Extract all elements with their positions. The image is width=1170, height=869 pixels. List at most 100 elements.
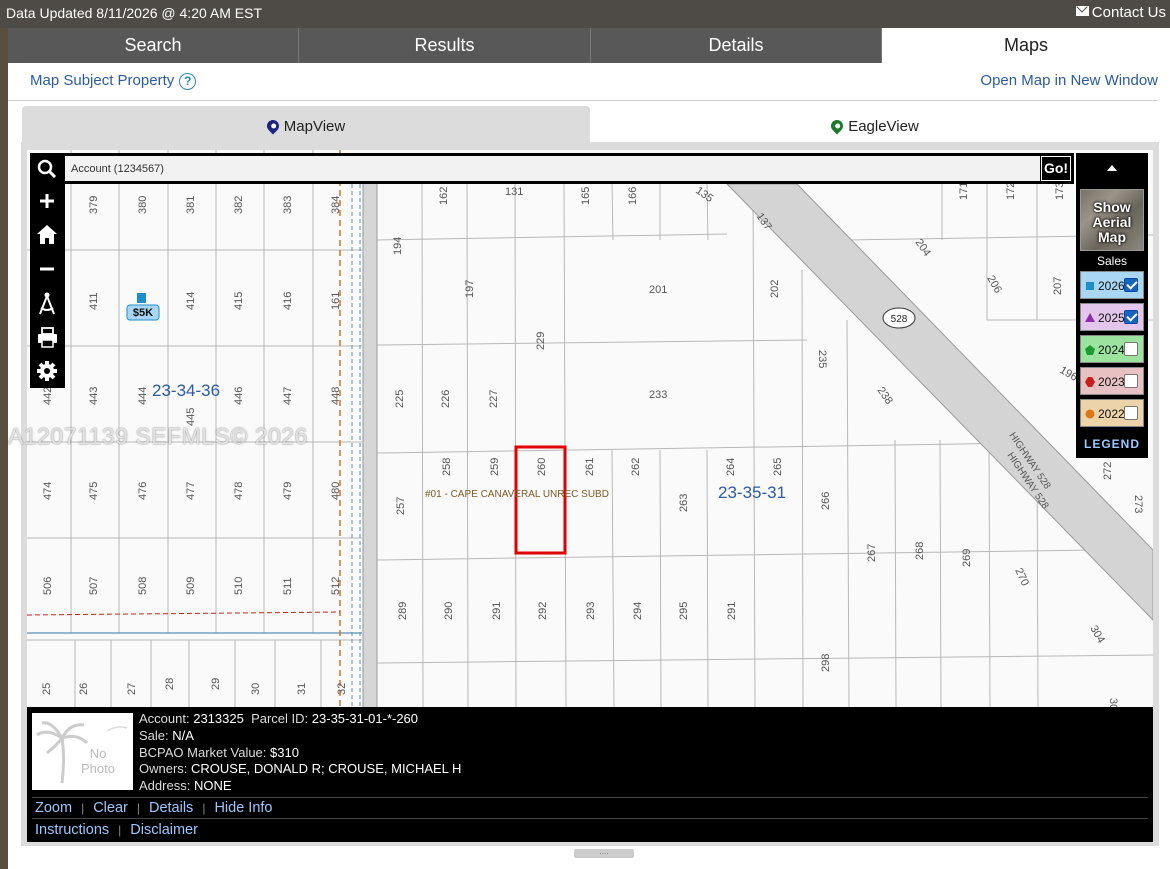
measure-icon[interactable] (30, 286, 65, 320)
svg-text:411: 411 (88, 292, 100, 310)
settings-icon[interactable] (30, 354, 65, 388)
address-value: NONE (193, 778, 232, 794)
svg-text:416: 416 (282, 292, 294, 310)
svg-text:273: 273 (1132, 495, 1144, 513)
year-2025-checkbox[interactable] (1124, 310, 1138, 324)
sale-marker[interactable] (137, 293, 146, 303)
info-links-row: Zoom | Clear | Details | Hide Info (35, 800, 273, 816)
svg-text:27: 27 (126, 683, 138, 695)
svg-text:294: 294 (632, 602, 644, 620)
svg-text:509: 509 (185, 577, 197, 595)
sales-year-2024[interactable]: 2024 (1080, 335, 1144, 363)
contact-us-link[interactable]: Contact Us (1075, 4, 1166, 21)
square-marker-icon (1086, 282, 1094, 290)
tab-results[interactable]: Results (299, 28, 591, 63)
svg-text:445: 445 (185, 408, 197, 426)
svg-text:202: 202 (769, 280, 781, 298)
account-search-input[interactable] (65, 156, 1040, 181)
map-pin-icon (264, 117, 282, 135)
svg-text:443: 443 (88, 387, 100, 405)
hide-info-link[interactable]: Hide Info (214, 800, 272, 816)
clear-link[interactable]: Clear (93, 800, 128, 816)
svg-text:257: 257 (395, 497, 407, 515)
collapse-arrow-icon[interactable] (1076, 153, 1148, 183)
disclaimer-link[interactable]: Disclaimer (130, 822, 198, 838)
sales-year-2025[interactable]: 2025 (1080, 303, 1144, 331)
map-side-panel: Show Aerial Map Sales 2026 2025 2024 202… (1076, 153, 1148, 458)
open-map-new-window-link[interactable]: Open Map in New Window (980, 72, 1158, 89)
legend-button[interactable]: LEGEND (1076, 437, 1148, 451)
svg-text:260: 260 (536, 458, 548, 476)
section-label: 23-35-31 (718, 483, 786, 502)
svg-text:197: 197 (464, 280, 476, 298)
contact-us-label: Contact Us (1091, 4, 1166, 21)
sales-year-label: 2026 (1098, 279, 1125, 293)
account-value: 2313325 (193, 711, 244, 726)
zoom-out-icon[interactable] (30, 252, 65, 286)
show-aerial-map-button[interactable]: Show Aerial Map (1080, 189, 1144, 251)
svg-text:446: 446 (233, 387, 245, 405)
search-icon[interactable] (30, 153, 65, 184)
help-icon[interactable]: ? (179, 73, 197, 90)
sales-year-label: 2023 (1098, 375, 1125, 389)
svg-text:382: 382 (233, 196, 245, 214)
svg-text:171: 171 (958, 182, 970, 200)
no-photo-placeholder: No Photo (32, 713, 133, 790)
tab-maps[interactable]: Maps (882, 28, 1170, 63)
svg-text:265: 265 (772, 458, 784, 476)
tab-eagleview-label: EagleView (848, 118, 919, 135)
svg-text:480: 480 (330, 482, 342, 500)
year-2022-checkbox[interactable] (1124, 406, 1138, 420)
tab-details[interactable]: Details (591, 28, 882, 63)
owners-value: CROUSE, DONALD R; CROUSE, MICHAEL H (191, 761, 462, 777)
svg-text:235: 235 (816, 350, 828, 368)
no-photo-label: No (90, 746, 107, 761)
sales-year-label: 2022 (1098, 407, 1125, 421)
sales-year-2026[interactable]: 2026 (1080, 271, 1144, 299)
parcel-id-value: 23-35-31-01-*-260 (311, 711, 419, 726)
map-search-bar: Go! (30, 153, 1074, 184)
zoom-link[interactable]: Zoom (35, 800, 72, 816)
print-icon[interactable] (30, 320, 65, 354)
sale-price-badge[interactable]: $5K (133, 307, 153, 319)
svg-text:295: 295 (678, 602, 690, 620)
instructions-link[interactable]: Instructions (35, 822, 109, 838)
svg-text:268: 268 (914, 542, 926, 560)
year-2023-checkbox[interactable] (1124, 374, 1138, 388)
map-pin-icon (828, 117, 846, 135)
parcel-map-canvas[interactable]: 528 HIGHWAY 528 HIGHWAY 528 23-34-36 23-… (27, 150, 1153, 707)
svg-text:507: 507 (88, 577, 100, 595)
svg-text:447: 447 (282, 387, 294, 405)
svg-text:261: 261 (584, 458, 596, 476)
tab-mapview[interactable]: MapView (22, 106, 590, 142)
parcel-attributes: Account: 2313325 Parcel ID: 23-35-31-01-… (139, 711, 461, 795)
sales-year-2023[interactable]: 2023 (1080, 367, 1144, 395)
svg-text:225: 225 (394, 390, 406, 408)
resize-handle[interactable]: .... (574, 848, 634, 858)
svg-text:263: 263 (678, 494, 690, 512)
details-link[interactable]: Details (149, 800, 193, 816)
svg-text:32: 32 (336, 683, 348, 695)
map-toolbar (30, 184, 65, 388)
svg-text:384: 384 (330, 196, 342, 214)
map-subject-label: Map Subject Property (30, 72, 175, 89)
tab-search[interactable]: Search (8, 28, 299, 63)
go-button[interactable]: Go! (1041, 156, 1071, 181)
home-icon[interactable] (30, 218, 65, 252)
year-2024-checkbox[interactable] (1124, 342, 1138, 356)
sales-year-label: 2024 (1098, 343, 1125, 357)
tab-mapview-label: MapView (283, 118, 346, 135)
year-2026-checkbox[interactable] (1124, 278, 1138, 292)
sales-year-2022[interactable]: 2022 (1080, 399, 1144, 427)
svg-text:173: 173 (1054, 182, 1066, 200)
map-subject-property-link[interactable]: Map Subject Property? (30, 72, 197, 90)
svg-text:291: 291 (726, 602, 738, 620)
tab-eagleview[interactable]: EagleView (590, 106, 1160, 142)
parcel-map[interactable]: 528 HIGHWAY 528 HIGHWAY 528 23-34-36 23-… (27, 150, 1153, 707)
svg-text:298: 298 (820, 654, 832, 672)
divider (32, 797, 1148, 798)
triangle-marker-icon (1085, 313, 1095, 322)
zoom-in-icon[interactable] (30, 184, 65, 218)
view-tabs: MapView EagleView (22, 106, 1160, 142)
svg-text:266: 266 (820, 492, 832, 510)
